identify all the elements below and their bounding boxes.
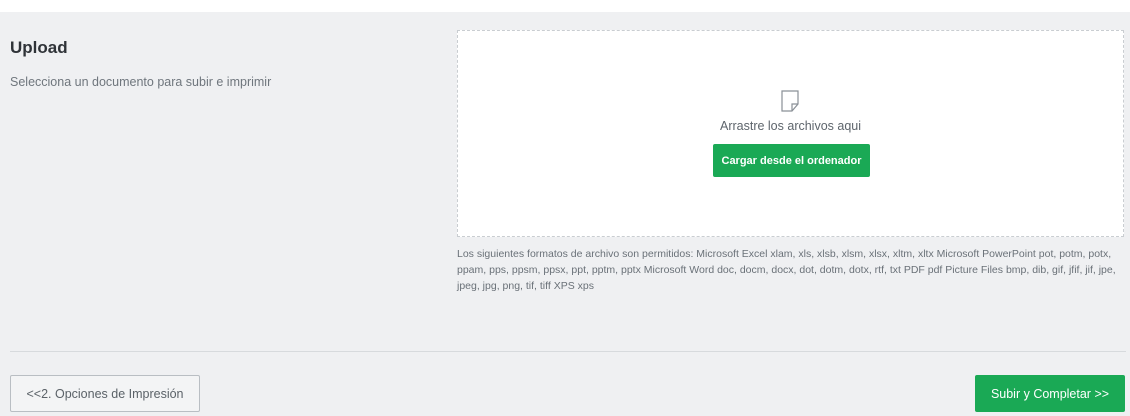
upload-and-complete-button[interactable]: Subir y Completar >> [975,375,1125,412]
upload-from-computer-button[interactable]: Cargar desde el ordenador [713,144,870,177]
file-dropzone[interactable]: Arrastre los archivos aqui Cargar desde … [457,30,1124,237]
file-icon [780,89,800,113]
allowed-formats-text: Los siguientes formatos de archivo son p… [457,248,1116,292]
back-button[interactable]: <<2. Opciones de Impresión [10,375,200,412]
dropzone-text: Arrastre los archivos aqui [719,119,862,133]
divider [10,351,1126,352]
upload-subtitle: Selecciona un documento para subir e imp… [10,75,272,89]
upload-title: Upload [10,38,68,57]
